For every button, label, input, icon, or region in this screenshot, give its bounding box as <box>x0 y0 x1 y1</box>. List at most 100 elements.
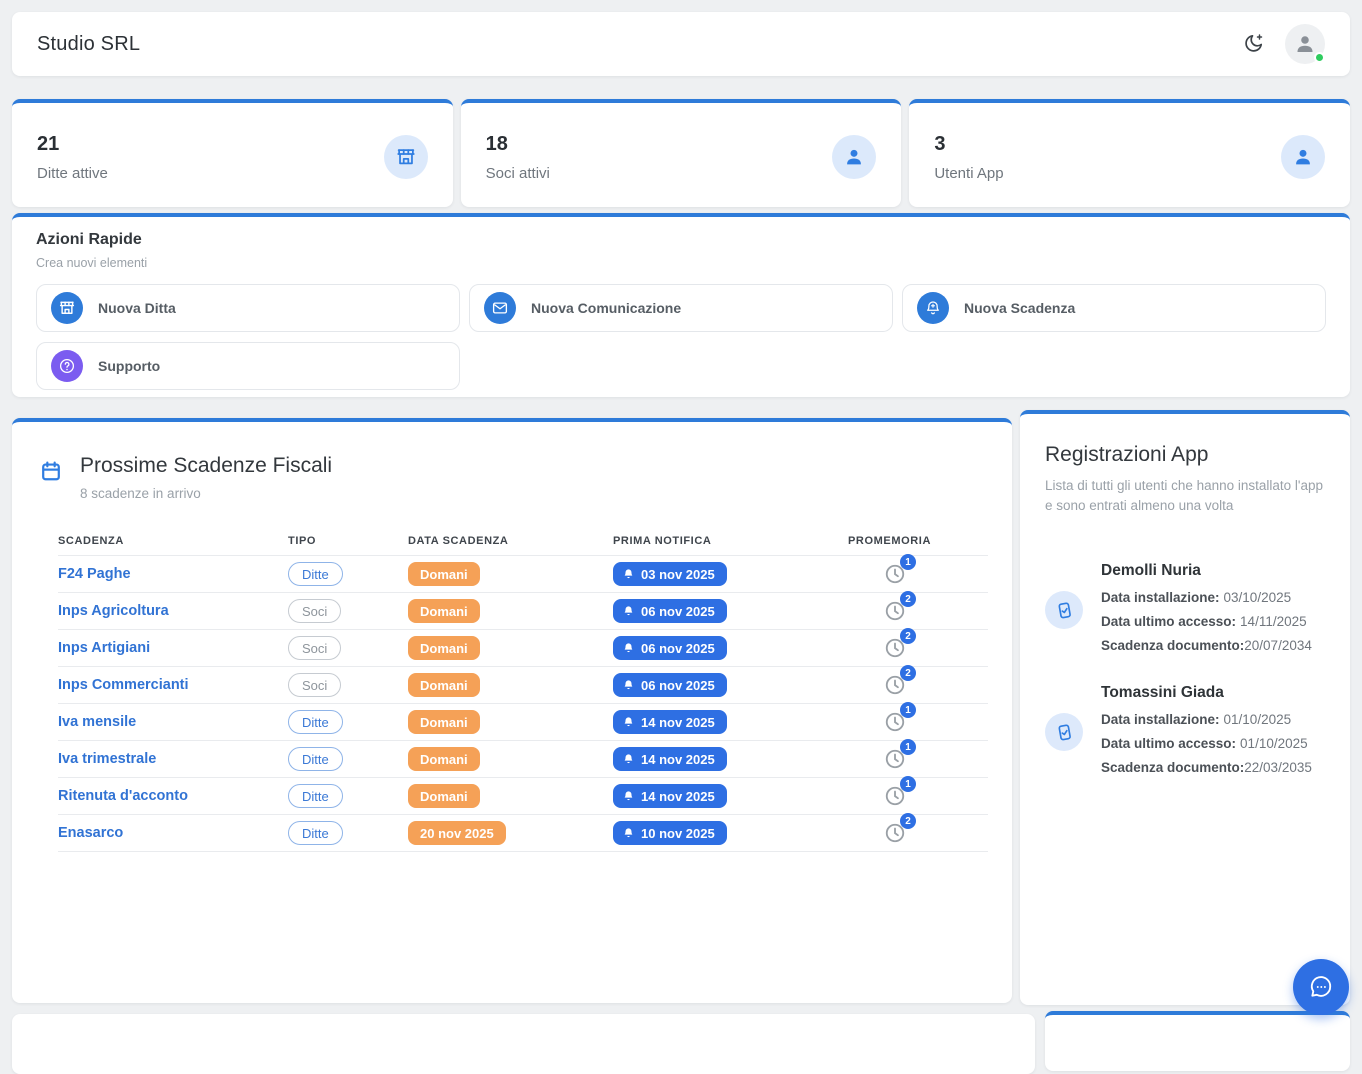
column-header: PRIMA NOTIFICA <box>613 535 848 547</box>
calendar-icon <box>40 460 62 501</box>
registration-entry: Demolli Nuria Data installazione:03/10/2… <box>1045 562 1325 658</box>
stat-value: 18 <box>486 133 877 156</box>
due-date-badge: Domani <box>408 710 480 734</box>
deadline-link[interactable]: Iva mensile <box>58 714 288 730</box>
online-status-dot <box>1314 52 1325 63</box>
tipo-badge: Ditte <box>288 562 343 586</box>
first-notice-badge: 06 nov 2025 <box>613 636 727 660</box>
reminder-count-badge: 1 <box>900 739 916 755</box>
doc-expiry-line: Scadenza documento:22/03/2035 <box>1101 756 1312 780</box>
deadline-link[interactable]: Ritenuta d'acconto <box>58 788 288 804</box>
first-notice-badge: 14 nov 2025 <box>613 710 727 734</box>
stat-card-soci: 18 Soci attivi <box>461 99 902 207</box>
reminder-clock-icon: 1 <box>884 748 906 770</box>
new-communication-button[interactable]: Nuova Comunicazione <box>469 284 893 332</box>
registrations-title: Registrazioni App <box>1045 443 1325 467</box>
reminder-count-badge: 2 <box>900 813 916 829</box>
quick-actions-title: Azioni Rapide <box>36 231 1326 249</box>
deadline-link[interactable]: Inps Artigiani <box>58 640 288 656</box>
deadlines-subtitle: 8 scadenze in arrivo <box>80 486 332 501</box>
due-date-badge: 20 nov 2025 <box>408 821 506 845</box>
reminder-count-badge: 2 <box>900 665 916 681</box>
deadlines-card: Prossime Scadenze Fiscali 8 scadenze in … <box>12 418 1012 1003</box>
reminder-clock-icon: 1 <box>884 711 906 733</box>
tipo-badge: Soci <box>288 636 341 660</box>
stat-value: 3 <box>934 133 1325 156</box>
tipo-badge: Ditte <box>288 747 343 771</box>
help-icon <box>51 350 83 382</box>
first-notice-badge: 03 nov 2025 <box>613 562 727 586</box>
stat-label: Soci attivi <box>486 165 877 182</box>
tipo-badge: Ditte <box>288 710 343 734</box>
reminder-count-badge: 1 <box>900 554 916 570</box>
table-row: Ritenuta d'acconto Ditte Domani 14 nov 2… <box>58 777 988 814</box>
next-section-card-left <box>12 1014 1035 1074</box>
install-date-line: Data installazione:03/10/2025 <box>1101 586 1312 610</box>
store-icon <box>384 135 428 179</box>
deadlines-title: Prossime Scadenze Fiscali <box>80 454 332 478</box>
stats-row: 21 Ditte attive 18 Soci attivi 3 Utenti … <box>12 99 1350 207</box>
reminder-count-badge: 2 <box>900 591 916 607</box>
bell-icon <box>622 827 635 840</box>
table-row: Enasarco Ditte 20 nov 2025 10 nov 2025 2 <box>58 814 988 851</box>
mail-icon <box>484 292 516 324</box>
deadline-link[interactable]: Enasarco <box>58 825 288 841</box>
action-label: Nuova Ditta <box>98 300 176 316</box>
last-access-line: Data ultimo accesso:14/11/2025 <box>1101 610 1312 634</box>
tipo-badge: Ditte <box>288 821 343 845</box>
tipo-badge: Ditte <box>288 784 343 808</box>
table-row: Inps Agricoltura Soci Domani 06 nov 2025… <box>58 592 988 629</box>
last-access-line: Data ultimo accesso:01/10/2025 <box>1101 732 1312 756</box>
moon-star-icon <box>1241 32 1265 56</box>
new-company-button[interactable]: Nuova Ditta <box>36 284 460 332</box>
doc-expiry-line: Scadenza documento:20/07/2034 <box>1101 634 1312 658</box>
quick-actions-subtitle: Crea nuovi elementi <box>36 256 1326 270</box>
phone-check-icon <box>1045 713 1083 751</box>
tipo-badge: Soci <box>288 673 341 697</box>
action-label: Supporto <box>98 358 160 374</box>
first-notice-badge: 06 nov 2025 <box>613 599 727 623</box>
reminder-clock-icon: 2 <box>884 822 906 844</box>
reminder-count-badge: 2 <box>900 628 916 644</box>
deadline-link[interactable]: Inps Agricoltura <box>58 603 288 619</box>
reminder-clock-icon: 1 <box>884 785 906 807</box>
new-deadline-button[interactable]: Nuova Scadenza <box>902 284 1326 332</box>
due-date-badge: Domani <box>408 784 480 808</box>
deadlines-table: SCADENZA TIPO DATA SCADENZA PRIMA NOTIFI… <box>58 527 988 852</box>
dark-mode-toggle[interactable] <box>1235 26 1271 62</box>
quick-actions-card: Azioni Rapide Crea nuovi elementi Nuova … <box>12 213 1350 397</box>
stat-label: Utenti App <box>934 165 1325 182</box>
deadline-link[interactable]: F24 Paghe <box>58 566 288 582</box>
user-name: Demolli Nuria <box>1101 562 1312 580</box>
support-button[interactable]: Supporto <box>36 342 460 390</box>
chat-bubble-icon <box>1308 974 1334 1000</box>
reminder-clock-icon: 2 <box>884 637 906 659</box>
reminder-count-badge: 1 <box>900 702 916 718</box>
table-row: Inps Commercianti Soci Domani 06 nov 202… <box>58 666 988 703</box>
due-date-badge: Domani <box>408 636 480 660</box>
registrations-card: Registrazioni App Lista di tutti gli ute… <box>1020 410 1350 1005</box>
bell-icon <box>622 605 635 618</box>
store-icon <box>51 292 83 324</box>
reminder-clock-icon: 2 <box>884 674 906 696</box>
first-notice-badge: 10 nov 2025 <box>613 821 727 845</box>
table-row: Inps Artigiani Soci Domani 06 nov 2025 2 <box>58 629 988 666</box>
chat-fab-button[interactable] <box>1293 959 1349 1015</box>
stat-card-utenti: 3 Utenti App <box>909 99 1350 207</box>
due-date-badge: Domani <box>408 599 480 623</box>
deadline-link[interactable]: Inps Commercianti <box>58 677 288 693</box>
page-title: Studio SRL <box>37 33 140 56</box>
bell-icon <box>622 568 635 581</box>
user-name: Tomassini Giada <box>1101 684 1312 702</box>
phone-check-icon <box>1045 591 1083 629</box>
reminder-count-badge: 1 <box>900 776 916 792</box>
registration-entry: Tomassini Giada Data installazione:01/10… <box>1045 684 1325 780</box>
column-header: SCADENZA <box>58 535 288 547</box>
action-label: Nuova Comunicazione <box>531 300 681 316</box>
due-date-badge: Domani <box>408 747 480 771</box>
column-header: DATA SCADENZA <box>408 535 613 547</box>
user-avatar[interactable] <box>1285 24 1325 64</box>
deadline-link[interactable]: Iva trimestrale <box>58 751 288 767</box>
stat-label: Ditte attive <box>37 165 428 182</box>
next-section-card-right <box>1045 1011 1350 1071</box>
